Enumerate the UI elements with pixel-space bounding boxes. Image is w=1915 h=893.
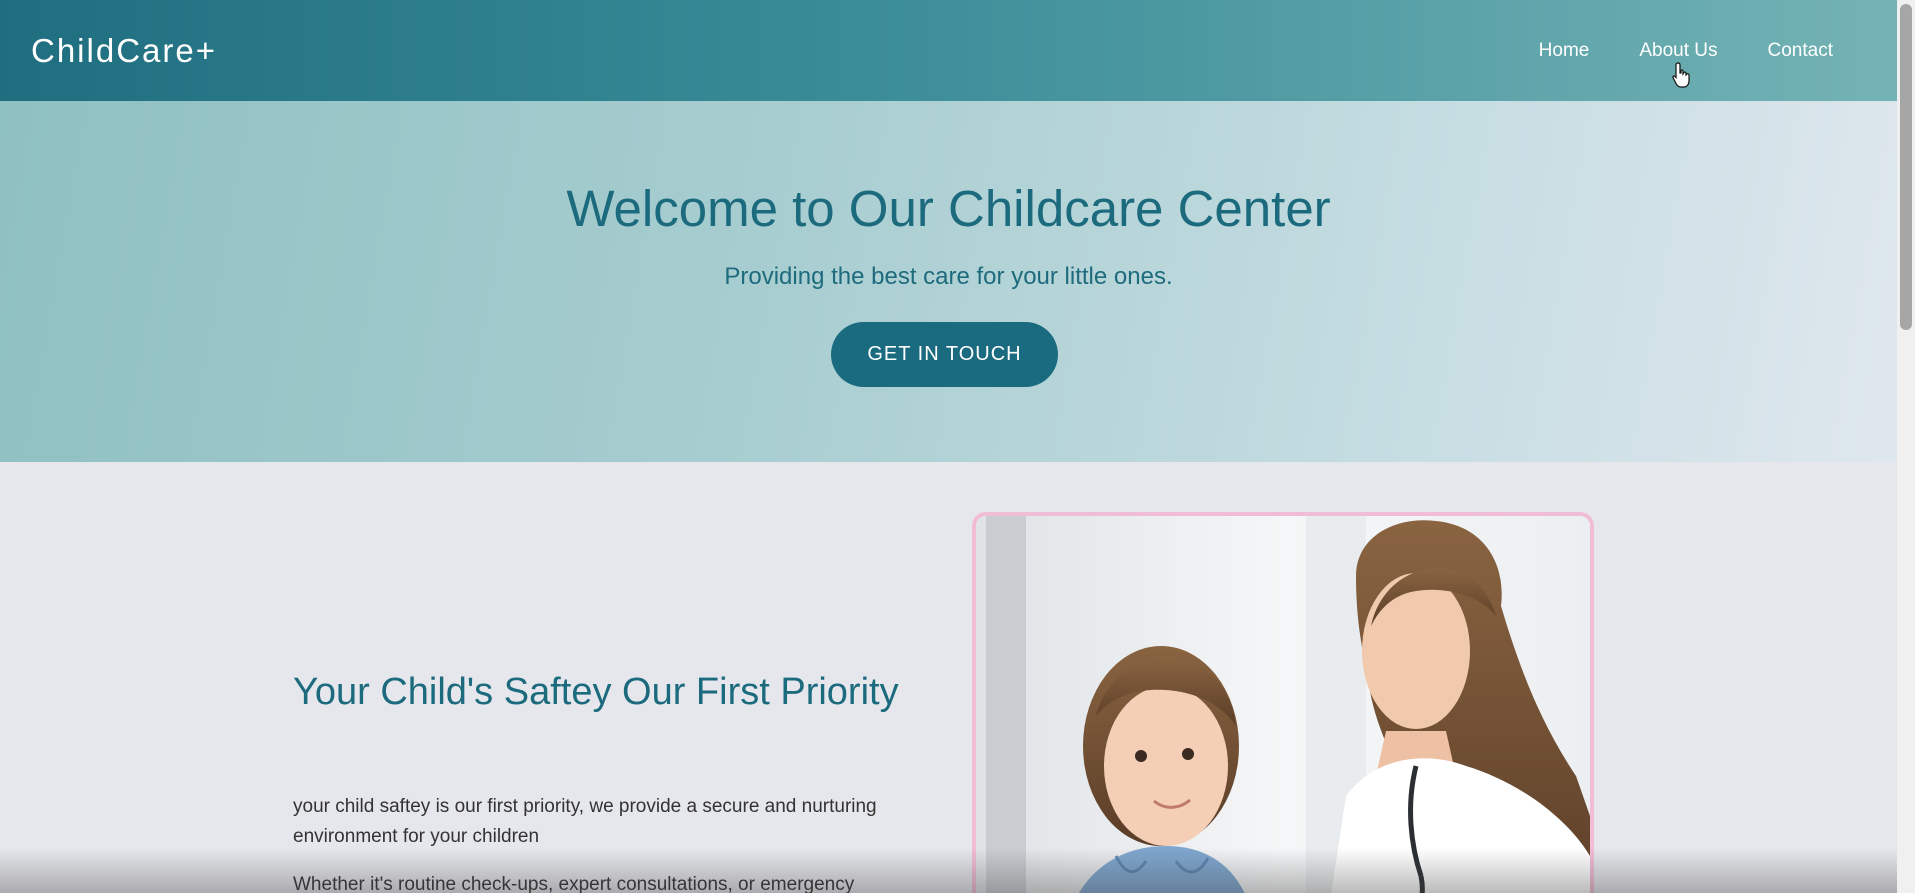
hero-section: Welcome to Our Childcare Center Providin… bbox=[0, 101, 1897, 462]
site-logo[interactable]: ChildCare+ bbox=[31, 32, 217, 70]
top-navbar: ChildCare+ Home About Us Contact bbox=[0, 0, 1897, 101]
hero-title: Welcome to Our Childcare Center bbox=[566, 180, 1331, 237]
doctor-child-photo bbox=[972, 512, 1594, 893]
safety-paragraph-2: Whether it's routine check-ups, expert c… bbox=[293, 874, 855, 893]
hand-cursor-icon bbox=[1672, 62, 1690, 88]
hero-subtitle: Providing the best care for your little … bbox=[724, 263, 1173, 290]
page: ChildCare+ Home About Us Contact Welcome… bbox=[0, 0, 1915, 893]
nav-link-contact[interactable]: Contact bbox=[1768, 40, 1833, 62]
safety-paragraph-1: your child saftey is our first priority,… bbox=[293, 796, 877, 847]
get-in-touch-button[interactable]: GET IN TOUCH bbox=[831, 322, 1058, 387]
safety-heading: Your Child's Saftey Our First Priority bbox=[293, 671, 899, 713]
nav-link-about-us[interactable]: About Us bbox=[1639, 40, 1717, 62]
nav-link-home[interactable]: Home bbox=[1539, 40, 1590, 62]
scrollbar-thumb[interactable] bbox=[1900, 4, 1912, 330]
doctor-child-illustration bbox=[976, 516, 1590, 893]
main-nav: Home About Us Contact bbox=[1489, 0, 1833, 101]
vertical-scrollbar[interactable] bbox=[1897, 0, 1915, 893]
safety-section: Your Child's Saftey Our First Priority y… bbox=[0, 462, 1897, 893]
